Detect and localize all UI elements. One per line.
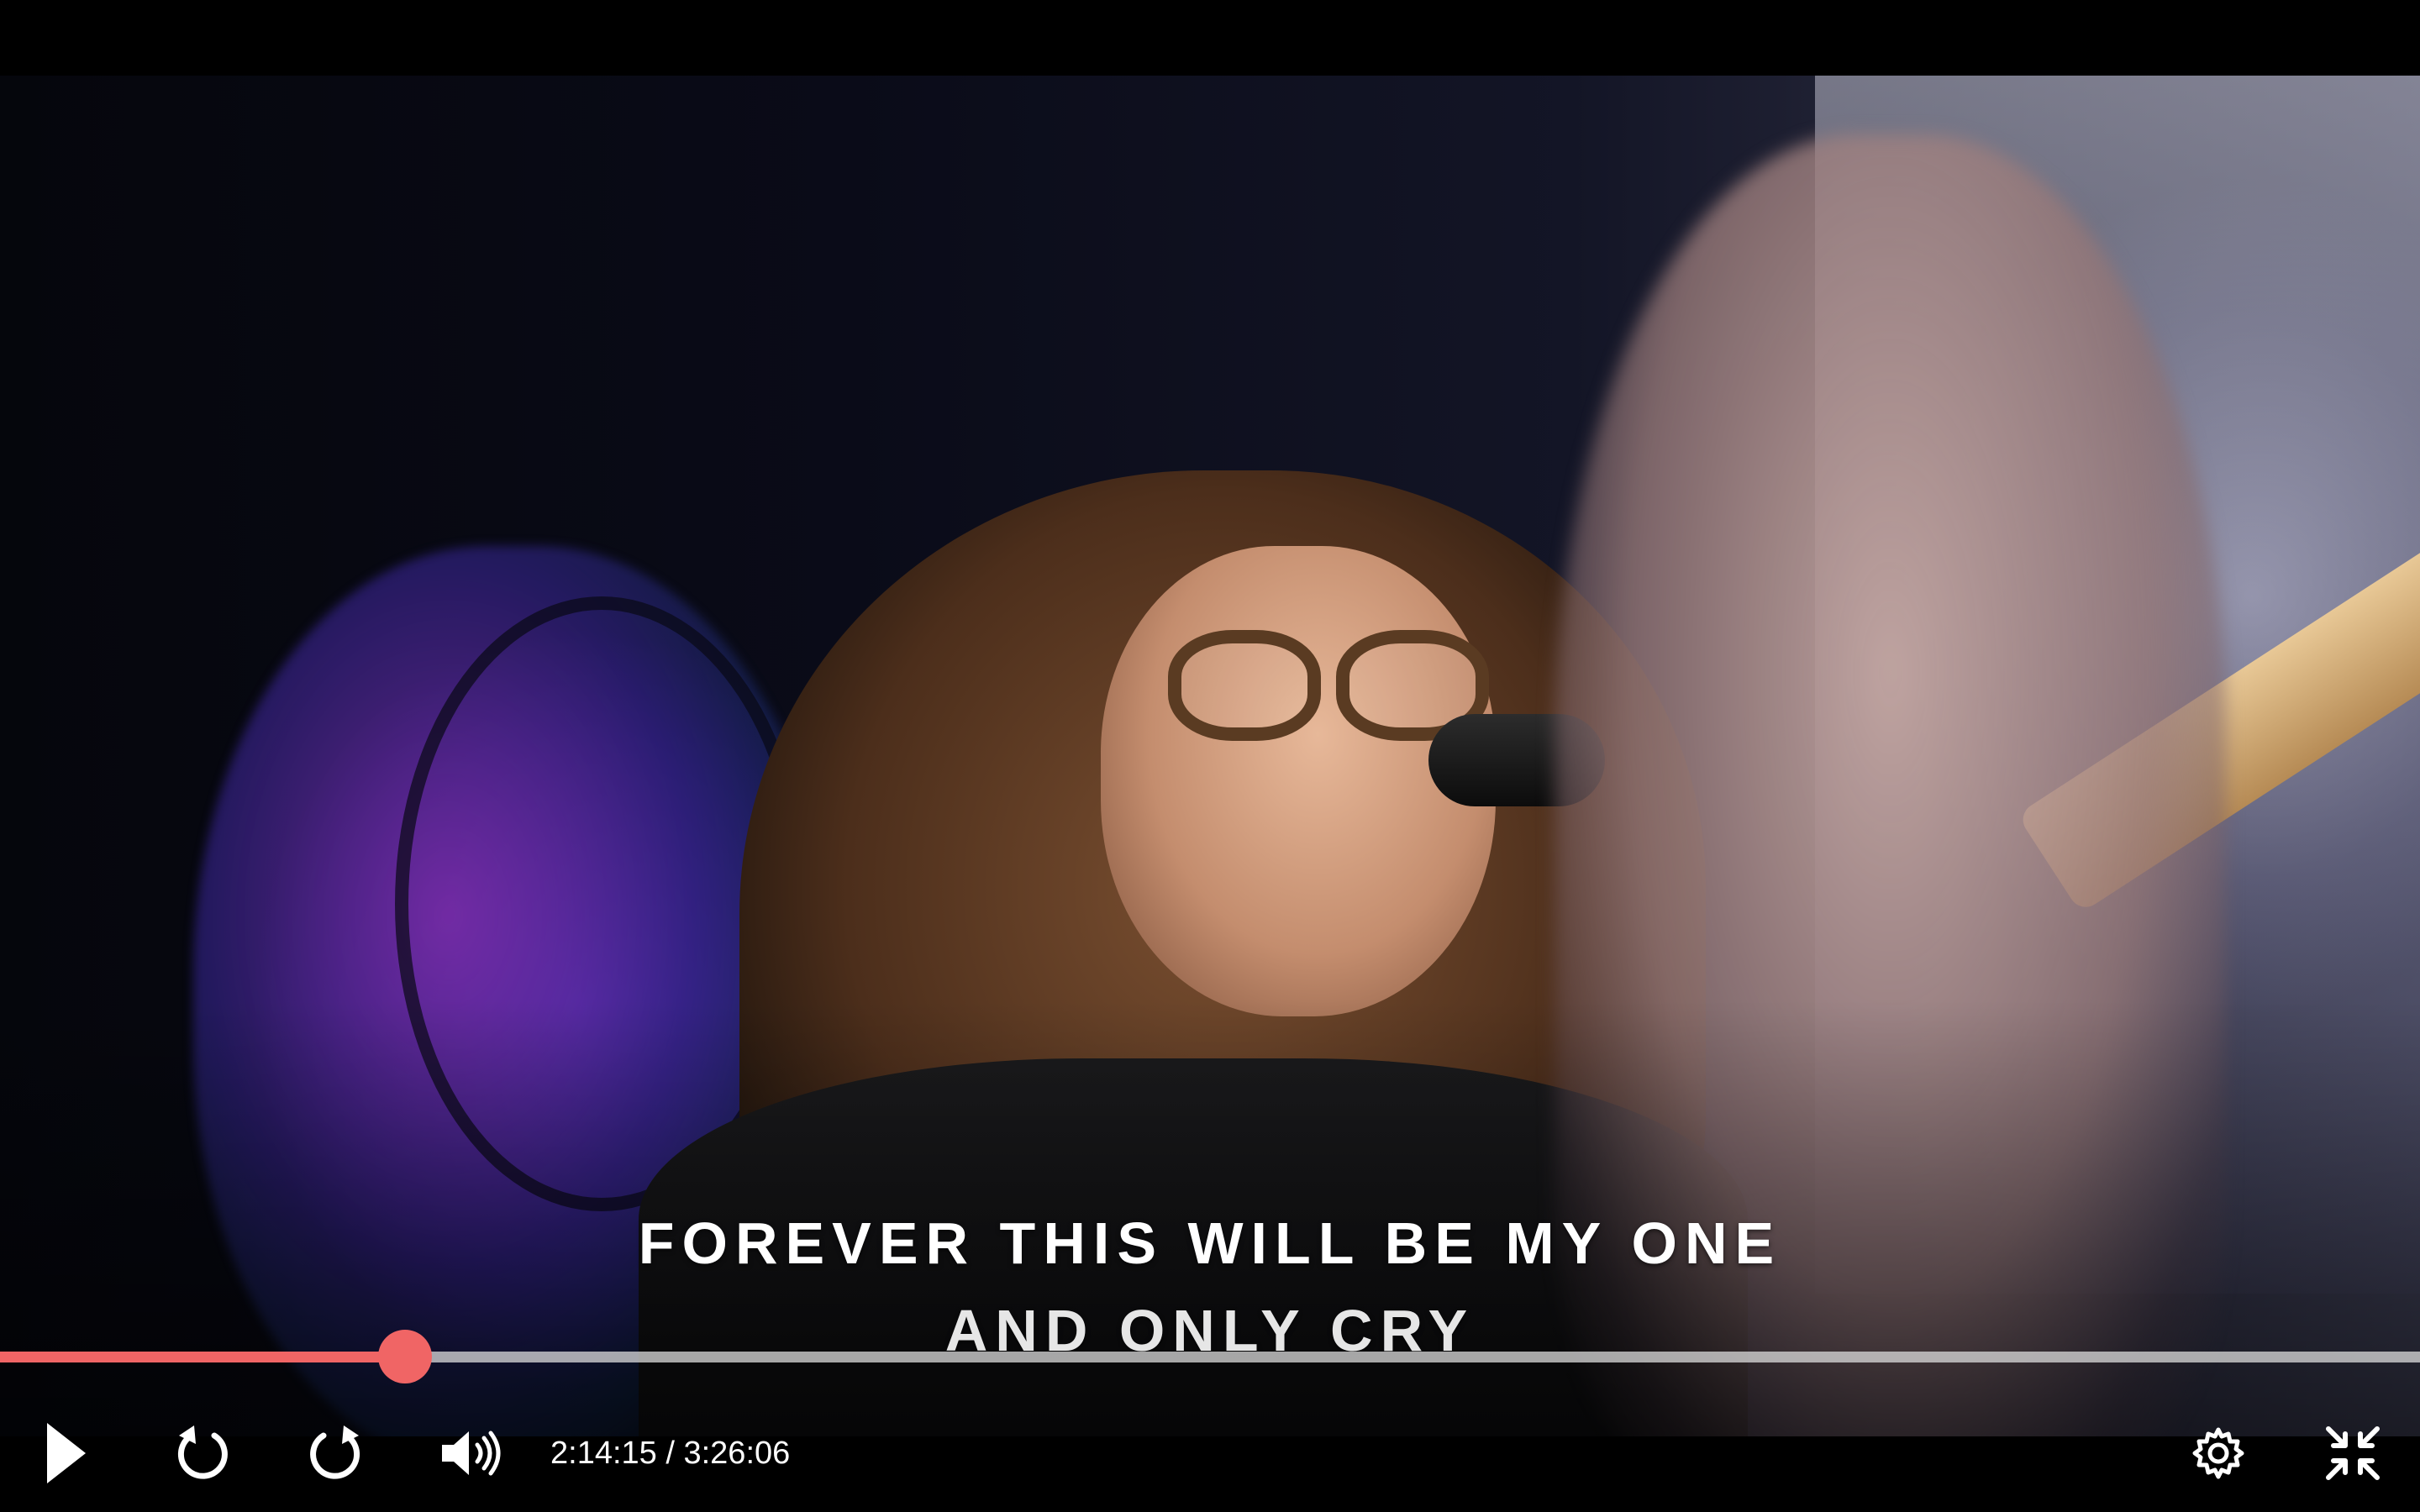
- lyrics-overlay: FOREVER THIS WILL BE MY ONE AND ONLY CRY: [0, 1200, 2420, 1374]
- volume-button[interactable]: [429, 1411, 513, 1495]
- forward-button[interactable]: [294, 1411, 378, 1495]
- progress-thumb[interactable]: [378, 1330, 433, 1383]
- glasses-left-lens: [1168, 630, 1321, 741]
- settings-button[interactable]: [2176, 1411, 2260, 1495]
- current-time: 2:14:15: [550, 1436, 657, 1471]
- exit-fullscreen-icon: [2326, 1426, 2380, 1480]
- duration: 3:26:06: [683, 1436, 791, 1471]
- gear-icon: [2192, 1427, 2244, 1479]
- exit-fullscreen-button[interactable]: [2311, 1411, 2395, 1495]
- forward-icon: [310, 1425, 360, 1479]
- play-icon: [47, 1423, 86, 1483]
- volume-icon: [442, 1431, 501, 1476]
- time-separator: /: [666, 1436, 675, 1471]
- rewind-icon: [177, 1425, 228, 1479]
- lyric-line-1: FOREVER THIS WILL BE MY ONE: [638, 1210, 1782, 1276]
- time-display: 2:14:15 / 3:26:06: [550, 1428, 790, 1478]
- progress-bar[interactable]: [0, 1330, 2420, 1383]
- rewind-button[interactable]: [160, 1411, 244, 1495]
- progress-fill: [0, 1352, 406, 1362]
- play-button[interactable]: [24, 1411, 108, 1495]
